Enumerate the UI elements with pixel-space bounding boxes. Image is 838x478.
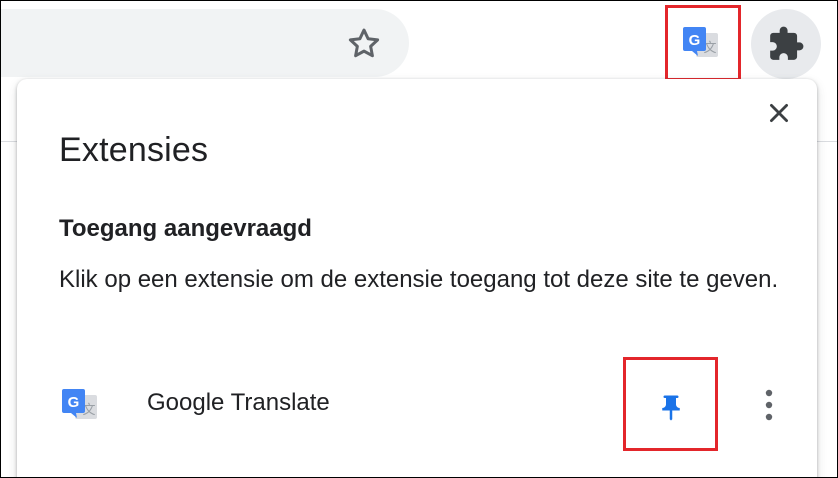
puzzle-piece-icon — [770, 26, 804, 60]
extension-name: Google Translate — [147, 389, 330, 416]
popup-title: Extensies — [59, 131, 209, 169]
highlight-box-pin — [623, 357, 718, 451]
close-button[interactable] — [761, 95, 797, 131]
extension-icon: 文 G — [59, 383, 103, 427]
browser-window: 文 G Extensies Toegang aangevraagd Klik o… — [0, 0, 838, 478]
google-translate-icon: 文 G — [62, 389, 97, 419]
more-vert-icon — [765, 389, 773, 421]
highlight-box-toolbar-translate — [665, 5, 741, 81]
close-icon — [770, 104, 788, 122]
svg-text:G: G — [68, 394, 80, 411]
extension-more-button[interactable] — [753, 383, 785, 427]
section-description: Klik op een extensie om de extensie toeg… — [59, 266, 779, 293]
star-outline-icon — [348, 28, 380, 58]
section-heading: Toegang aangevraagd — [59, 215, 312, 242]
extensions-menu-button[interactable] — [751, 9, 821, 79]
browser-toolbar: 文 G — [1, 1, 837, 81]
bookmark-star-button[interactable] — [343, 23, 385, 65]
